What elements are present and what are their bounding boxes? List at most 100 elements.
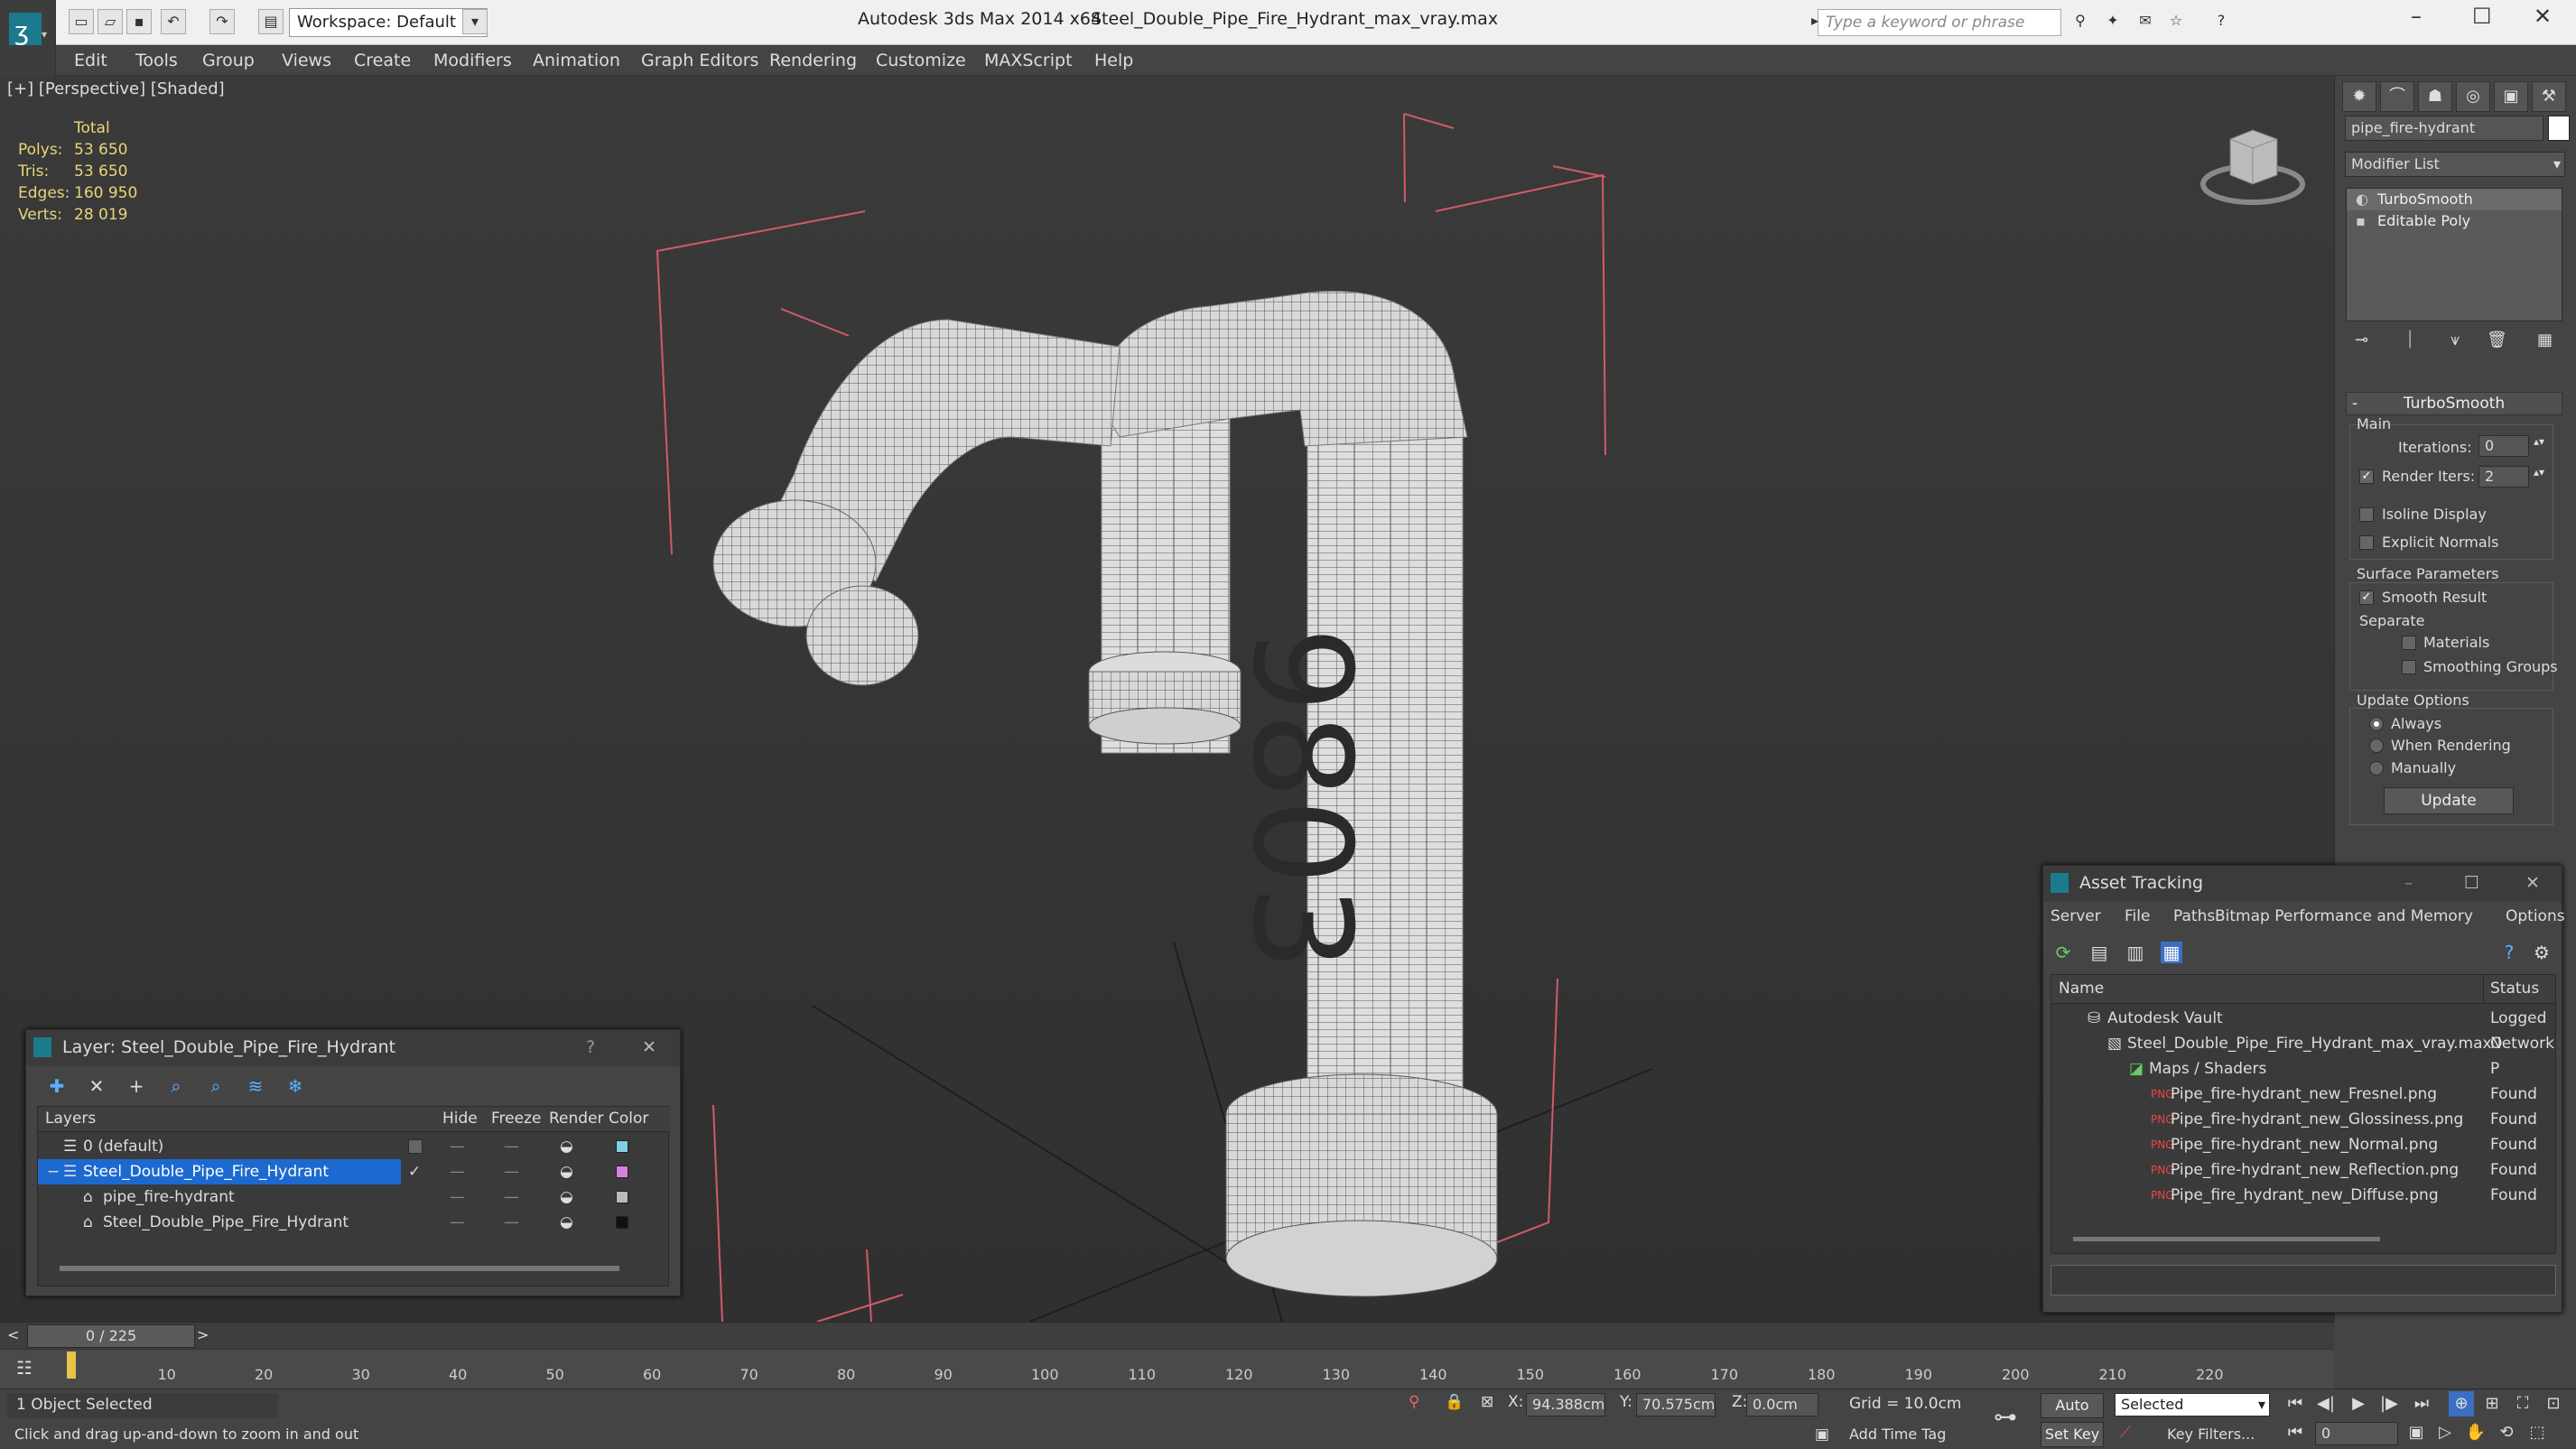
- select-objects-icon[interactable]: ⌕: [165, 1075, 187, 1097]
- hierarchy-tab-icon[interactable]: ☗: [2418, 81, 2452, 112]
- zoom-all-icon[interactable]: ⊞: [2479, 1391, 2505, 1416]
- materials-checkbox[interactable]: [2402, 636, 2416, 650]
- search-input[interactable]: Type a keyword or phrase: [1818, 9, 2061, 36]
- col-layers[interactable]: Layers: [45, 1110, 96, 1128]
- subscription-icon[interactable]: ✦: [2100, 9, 2125, 34]
- delete-layer-icon[interactable]: ✕: [86, 1075, 107, 1097]
- layer-window-titlebar[interactable]: Layer: Steel_Double_Pipe_Fire_Hydrant ? …: [26, 1030, 680, 1066]
- layer-row[interactable]: ⌂ Steel_Double_Pipe_Fire_Hydrant — — ◒: [38, 1210, 670, 1235]
- spinner-arrows-icon[interactable]: ▴▾: [2534, 435, 2544, 448]
- menu-customize[interactable]: Customize: [876, 51, 966, 70]
- key-icon[interactable]: ⊶: [1994, 1404, 2017, 1431]
- create-tab-icon[interactable]: ✹: [2342, 81, 2376, 112]
- highlight-selected-icon[interactable]: ⌕: [205, 1075, 227, 1097]
- new-file-icon[interactable]: ▭: [69, 9, 94, 34]
- go-to-start-icon[interactable]: ⏮: [2283, 1391, 2308, 1416]
- layer-color-swatch[interactable]: [616, 1216, 628, 1229]
- remove-modifier-icon[interactable]: 🗑: [2487, 330, 2507, 349]
- communication-icon[interactable]: ✉: [2133, 9, 2158, 34]
- default-in-out-tangent-icon[interactable]: ⟋: [2120, 1424, 2131, 1442]
- utilities-tab-icon[interactable]: ⚒: [2532, 81, 2566, 112]
- set-key-button[interactable]: Set Key: [2041, 1422, 2104, 1447]
- display-tab-icon[interactable]: ▣: [2494, 81, 2528, 112]
- binoculars-icon[interactable]: ⚲: [2068, 9, 2093, 34]
- asset-row[interactable]: PNG Pipe_fire-hydrant_new_Reflection.png F…: [2051, 1157, 2555, 1183]
- asset-row[interactable]: ⛁ Autodesk Vault Logged O: [2051, 1006, 2555, 1053]
- selection-lock-icon[interactable]: 🔒: [1445, 1393, 1464, 1411]
- make-unique-icon[interactable]: ⩛: [2450, 330, 2460, 349]
- render-teapot-icon[interactable]: ◒: [560, 1210, 573, 1235]
- turbosmooth-rollout-header[interactable]: TurboSmooth -: [2346, 392, 2562, 415]
- menu-rendering[interactable]: Rendering: [769, 51, 857, 70]
- add-time-tag[interactable]: Add Time Tag: [1849, 1426, 1946, 1443]
- modifier-stack[interactable]: ◐ TurboSmooth ▪ Editable Poly: [2346, 188, 2562, 321]
- asset-row[interactable]: PNG Pipe_fire-hydrant_new_Fresnel.png Foun…: [2051, 1082, 2555, 1107]
- search-arrow-icon[interactable]: ▸: [1802, 9, 1827, 34]
- always-radio[interactable]: [2369, 717, 2384, 731]
- col-hide[interactable]: Hide: [442, 1110, 478, 1128]
- when-rendering-radio[interactable]: [2369, 738, 2384, 753]
- freeze-toggle[interactable]: —: [504, 1210, 519, 1235]
- menu-help[interactable]: Help: [1094, 51, 1133, 70]
- menu-animation[interactable]: Animation: [533, 51, 620, 70]
- workspace-dropdown[interactable]: Workspace: Default: [289, 8, 488, 37]
- asset-list[interactable]: Name Status ⛁ Autodesk Vault Logged O ▧ Ste…: [2051, 974, 2556, 1254]
- hide-toggle[interactable]: —: [450, 1210, 465, 1235]
- maximize-viewport-icon[interactable]: ⬚: [2525, 1420, 2550, 1445]
- stack-item-turbosmooth[interactable]: ◐ TurboSmooth: [2347, 189, 2562, 210]
- modify-tab-icon[interactable]: ⌒: [2380, 81, 2414, 112]
- col-render[interactable]: Render: [549, 1110, 604, 1128]
- explicit-normals-checkbox[interactable]: [2359, 535, 2374, 550]
- pan-hand-icon[interactable]: ✋: [2463, 1420, 2488, 1445]
- menu-tools[interactable]: Tools: [135, 51, 178, 70]
- asset-row[interactable]: ◪ Maps / Shaders: [2051, 1056, 2555, 1082]
- auto-key-button[interactable]: Auto Key: [2041, 1393, 2104, 1437]
- current-layer-check-icon[interactable]: ✓: [408, 1159, 421, 1184]
- undo-icon[interactable]: ↶: [161, 9, 186, 34]
- menu-create[interactable]: Create: [354, 51, 411, 70]
- x-coordinate-field[interactable]: 94.388cm: [1526, 1393, 1605, 1416]
- object-color-swatch[interactable]: [2548, 116, 2570, 141]
- close-icon[interactable]: ✕: [642, 1030, 656, 1064]
- layer-row[interactable]: ☰ 0 (default) — — ◒: [38, 1134, 670, 1159]
- settings-icon[interactable]: ⚙: [2531, 942, 2553, 963]
- layer-row[interactable]: ⌂ pipe_fire-hydrant — — ◒: [38, 1184, 670, 1210]
- orbit-icon[interactable]: ⟲: [2494, 1420, 2519, 1445]
- play-icon[interactable]: ▶: [2346, 1391, 2371, 1416]
- grid-view-icon[interactable]: ▦: [2161, 942, 2182, 963]
- next-frame-icon[interactable]: |▶: [2376, 1391, 2402, 1416]
- key-filters-button[interactable]: Key Filters...: [2167, 1426, 2255, 1443]
- menu-file[interactable]: File: [2125, 907, 2150, 925]
- manually-radio[interactable]: [2369, 761, 2384, 776]
- current-frame-field[interactable]: 0: [2315, 1422, 2398, 1445]
- create-layer-icon[interactable]: ✚: [46, 1075, 68, 1097]
- menu-paths[interactable]: Paths: [2173, 907, 2215, 925]
- close-icon[interactable]: ✕: [2525, 866, 2540, 900]
- menu-edit[interactable]: Edit: [74, 51, 107, 70]
- zoom-icon[interactable]: ⊕: [2449, 1391, 2474, 1416]
- show-end-result-icon[interactable]: ⏐: [2405, 330, 2414, 349]
- object-name-field[interactable]: pipe_fire-hydrant: [2345, 116, 2543, 141]
- close-icon[interactable]: ✕: [2534, 4, 2552, 29]
- horizontal-scrollbar[interactable]: [2073, 1237, 2380, 1241]
- redo-icon[interactable]: ↷: [209, 9, 235, 34]
- freeze-toggle[interactable]: —: [504, 1184, 519, 1210]
- menu-server[interactable]: Server: [2051, 907, 2101, 925]
- menu-maxscript[interactable]: MAXScript: [984, 51, 1073, 70]
- asset-row[interactable]: PNG Pipe_fire_hydrant_new_Diffuse.png Foun…: [2051, 1183, 2555, 1208]
- help-icon[interactable]: ?: [586, 1030, 595, 1064]
- asset-row[interactable]: PNG Pipe_fire-hydrant_new_Normal.png Found: [2051, 1132, 2555, 1157]
- isolate-pin-icon[interactable]: ⚲: [1409, 1393, 1419, 1411]
- isoline-checkbox[interactable]: [2359, 507, 2374, 522]
- horizontal-scrollbar[interactable]: [60, 1266, 619, 1271]
- hide-all-layers-icon[interactable]: ≋: [245, 1075, 266, 1097]
- modifier-list-dropdown[interactable]: Modifier List ▾: [2345, 152, 2565, 177]
- layer-color-swatch[interactable]: [616, 1140, 628, 1153]
- freeze-all-layers-icon[interactable]: ❄: [284, 1075, 306, 1097]
- menu-views[interactable]: Views: [282, 51, 331, 70]
- motion-tab-icon[interactable]: ◎: [2456, 81, 2490, 112]
- field-of-view-icon[interactable]: ▷: [2432, 1420, 2458, 1445]
- asset-row[interactable]: PNG Pipe_fire-hydrant_new_Glossiness.png F…: [2051, 1107, 2555, 1132]
- help-icon[interactable]: ?: [2498, 942, 2520, 963]
- open-file-icon[interactable]: ▱: [98, 9, 123, 34]
